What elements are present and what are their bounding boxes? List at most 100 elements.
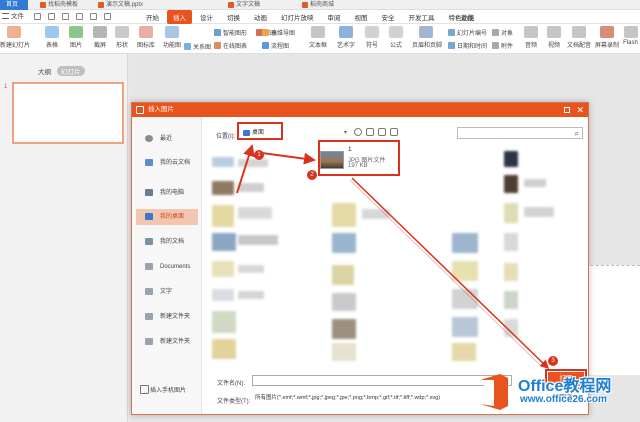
home-tab[interactable]: 首页 [0,0,28,10]
up-folder-icon[interactable] [366,128,374,136]
doc-tab[interactable]: 找稻壳模板 [38,0,78,10]
close-icon[interactable]: ✕ [576,105,584,115]
file-entry-blurred [238,291,264,299]
menu-tab-animation[interactable]: 动画 [248,10,273,24]
audio-button[interactable]: 音频 [520,26,542,49]
menu-tab-security[interactable]: 安全 [376,10,401,24]
insert-phone-picture-link[interactable]: 插入手机图片 [136,385,186,394]
undo-icon[interactable] [76,13,83,20]
video-button[interactable]: 视频 [544,26,564,49]
nav-item-recent[interactable]: 最近 [136,131,198,147]
date-time-button[interactable]: 日期和时间 [448,41,487,50]
nav-item-new-folder-2[interactable]: 新建文件夹 [136,334,198,350]
back-icon[interactable] [354,128,362,136]
view-mode-icon[interactable] [390,128,398,136]
screen-record-button[interactable]: 屏幕录制 [594,26,620,49]
more-icon[interactable] [104,13,111,20]
clock-icon [145,135,153,142]
file-entry-blurred [238,183,264,192]
nav-label: 我的云文档 [160,160,191,166]
file-entry-blurred [212,311,236,333]
dialog-title: 插入图片 [148,106,174,113]
slide-edit-area[interactable] [580,265,640,375]
tab-outline[interactable]: 大纲 [38,66,51,76]
file-menu-label: 文件 [11,13,24,20]
nav-item-documents[interactable]: 我的文档 [136,234,198,250]
tab-slides[interactable]: 幻灯片 [57,66,85,76]
slide-thumbnail[interactable] [12,82,124,144]
nav-item-new-folder[interactable]: 新建文件夹 [136,309,198,325]
ribbon-label: 音频 [524,43,537,49]
new-slide-button[interactable]: 新建幻灯片 [0,26,30,49]
doc-tab[interactable]: 文字文稿 [226,0,260,10]
menu-search[interactable]: 查找 [455,12,474,23]
nav-item-cloud[interactable]: 我的云文档 [136,155,198,171]
flash-button[interactable]: Flash [621,26,640,46]
slide-number-icon [448,29,455,36]
mindmap-button[interactable]: 思维导图 [262,28,295,37]
dialog-sidebar: 最近 我的云文档 我的电脑 我的桌面 我的文档 Documents 文字 新建文… [132,117,202,414]
menu-tab-start[interactable]: 开始 [140,10,165,24]
wordart-button[interactable]: 艺术字 [332,26,360,49]
voiceover-button[interactable]: 文档配音 [566,26,592,49]
ribbon-label: 艺术字 [336,43,355,49]
menu-tab-insert[interactable]: 插入 [167,10,192,24]
new-folder-icon[interactable] [378,128,386,136]
relation-chart-button[interactable]: 关系图 [184,42,211,51]
file-entry-blurred [212,181,234,195]
search-icon: ⌕ [574,129,579,138]
menu-bar: 文件 开始 插入 设计 切换 动画 幻灯片放映 审阅 视图 安全 开发工具 特色… [0,10,640,24]
print-icon[interactable] [48,13,55,20]
annotation-box-location [237,122,283,140]
menu-tab-developer[interactable]: 开发工具 [403,10,441,24]
ribbon-label: 关系图 [193,45,212,51]
doc-tab[interactable]: 演示文稿.pptx [96,0,143,10]
object-button[interactable]: 对象 [492,28,513,37]
file-entry-blurred [238,265,264,273]
nav-label: 新建文件夹 [160,314,191,320]
menu-tab-transition[interactable]: 切换 [221,10,246,24]
slide-panel: 大纲 幻灯片 1 [0,54,128,422]
textbox-button[interactable]: 文本框 [304,26,332,49]
nav-item-desktop[interactable]: 我的桌面 [136,209,198,225]
step-badge-2: 2 [307,170,317,180]
icon-library-icon [139,26,153,38]
flowchart-button[interactable]: 流程图 [262,41,289,50]
icon-library-button[interactable]: 图标库 [132,26,160,49]
maximize-icon[interactable] [564,107,570,113]
attachment-button[interactable]: 附件 [492,41,513,50]
slide-number-button[interactable]: 幻灯片编号 [448,28,487,37]
online-chart-icon [214,42,221,49]
file-entry-blurred [212,289,234,301]
menu-tab-view[interactable]: 视图 [349,10,374,24]
formula-button[interactable]: 公式 [382,26,410,49]
menu-tab-design[interactable]: 设计 [194,10,219,24]
file-entry-blurred [504,203,518,223]
doc-tab[interactable]: 稻壳商城 [300,0,334,10]
online-chart-button[interactable]: 在线图表 [214,41,247,50]
location-label: 位置(I): [216,134,236,140]
file-entry-blurred [238,235,278,245]
file-menu[interactable]: 文件 [2,12,24,22]
nav-label: 最近 [160,136,173,142]
nav-item-documents-folder[interactable]: Documents [136,259,198,275]
file-entry-blurred [212,261,234,277]
ribbon-label: 文档配音 [566,43,591,49]
menu-tab-review[interactable]: 审阅 [322,10,347,24]
menu-tab-slideshow[interactable]: 幻灯片放映 [275,10,320,24]
nav-label: 文字 [160,289,173,295]
nav-item-text[interactable]: 文字 [136,284,198,300]
redo-icon[interactable] [90,13,97,20]
site-watermark: Office教程网 www.office26.com [470,370,640,414]
step-badge-1: 1 [254,150,264,160]
function-chart-button[interactable]: 功能图 [158,26,186,49]
chevron-down-icon[interactable]: ▾ [344,129,347,136]
nav-item-computer[interactable]: 我的电脑 [136,185,198,201]
file-search-input[interactable]: ⌕ [457,127,583,139]
header-footer-button[interactable]: 页眉和页脚 [412,26,442,49]
save-icon[interactable] [34,13,41,20]
preview-icon[interactable] [62,13,69,20]
formula-icon [389,26,403,38]
smartart-button[interactable]: 智能图形 [214,28,247,37]
ribbon-label: 附件 [501,44,514,50]
